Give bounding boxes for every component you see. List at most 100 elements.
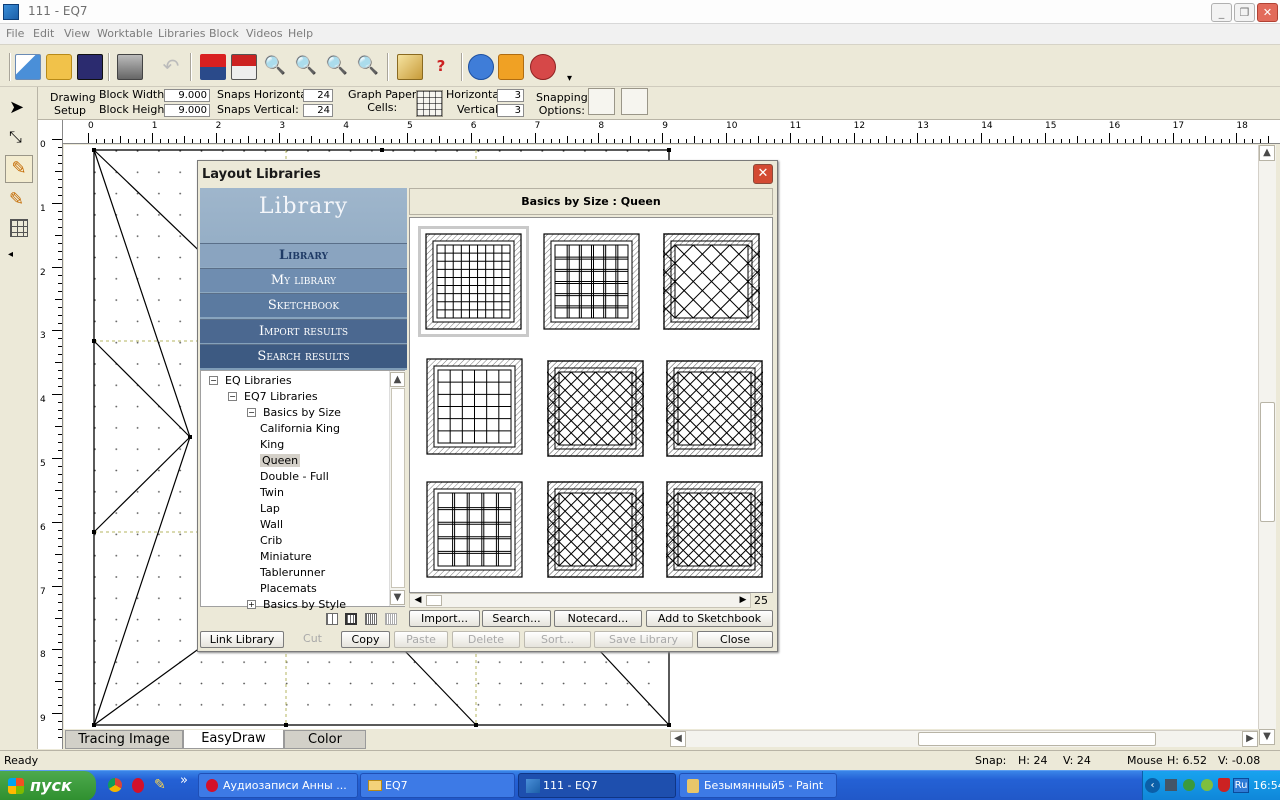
dialog-close-icon[interactable]: ✕ (753, 164, 773, 184)
tree-node[interactable]: − Basics by Size (247, 406, 341, 419)
camera-icon[interactable] (468, 54, 494, 80)
horizontal-scrollbar[interactable]: ◀ ▶ (670, 730, 1258, 747)
nav-library[interactable]: Library (200, 243, 407, 267)
block-info-icon[interactable] (728, 90, 755, 117)
worktable-block-icon[interactable] (231, 54, 257, 80)
tree-node[interactable]: Crib (260, 534, 288, 547)
vertical-scroll-thumb[interactable] (1260, 402, 1275, 522)
tree-scrollbar[interactable]: ▲ ▼ (389, 371, 405, 606)
close-button[interactable]: ✕ (1257, 3, 1278, 22)
tool-strip-arrow-icon[interactable]: ◂ (8, 249, 13, 260)
toolbar-overflow-icon[interactable]: ▾ (567, 73, 572, 84)
view-4x4-icon[interactable] (365, 613, 377, 625)
worktable-quilt-icon[interactable] (200, 54, 226, 80)
start-button[interactable]: пуск (0, 771, 96, 800)
block-width-field[interactable]: 9.000 (164, 89, 210, 102)
layout-thumbnail[interactable] (485, 481, 706, 578)
gallery-scroll-thumb[interactable] (426, 595, 442, 606)
zoom-actual-icon[interactable]: 🔍 (355, 54, 381, 80)
language-indicator[interactable]: Ru (1233, 778, 1249, 793)
paste-button[interactable]: Paste (394, 631, 448, 648)
horizontal-scroll-thumb[interactable] (918, 732, 1156, 746)
scroll-left-button[interactable]: ◀ (670, 731, 686, 747)
search-button[interactable]: Search... (482, 610, 551, 627)
add-to-project-icon[interactable] (498, 54, 524, 80)
close-dialog-button[interactable]: Close (697, 631, 773, 648)
delete-button[interactable]: Delete (452, 631, 520, 648)
tree-node[interactable]: + Basics by Style (247, 598, 346, 611)
shape-tool-icon[interactable]: ⤡ (9, 127, 22, 147)
layout-gallery[interactable] (409, 217, 825, 593)
quicklaunch-icon[interactable]: ✎ (154, 777, 166, 793)
shield-icon[interactable] (1218, 778, 1230, 792)
gallery-scroll-left[interactable]: ◀ (411, 594, 425, 607)
snap-curve-icon[interactable] (656, 88, 683, 115)
quicklaunch-more-icon[interactable]: » (180, 773, 188, 788)
minimize-button[interactable]: _ (1211, 3, 1232, 22)
menu-edit[interactable]: Edit (33, 27, 54, 40)
tree-node[interactable]: Lap (260, 502, 286, 515)
tree-node[interactable]: Wall (260, 518, 289, 531)
taskbar-item-browser[interactable]: Аудиозаписи Анны ... (198, 773, 358, 798)
layout-thumbnail[interactable] (426, 358, 523, 455)
app-icon[interactable] (3, 4, 19, 20)
scroll-up-button[interactable]: ▲ (1259, 145, 1275, 161)
copy-button[interactable]: Copy (341, 631, 390, 648)
tree-node[interactable]: − EQ7 Libraries (228, 390, 318, 403)
nav-my-library[interactable]: My library (200, 268, 407, 292)
library-tree[interactable]: − EQ Libraries − EQ7 Libraries − Basics by Si… (200, 370, 405, 611)
line-tool-icon[interactable]: ✎ (5, 155, 33, 183)
tree-scroll-down[interactable]: ▼ (390, 590, 405, 605)
taskbar-item-folder[interactable]: EQ7 (360, 773, 515, 798)
snaps-vertical-field[interactable]: 24 (303, 104, 333, 117)
horizontal-cells-field[interactable]: 3 (497, 89, 524, 102)
tree-scroll-up[interactable]: ▲ (390, 372, 405, 387)
arc-tool-icon[interactable]: ✎ (9, 189, 24, 210)
layout-thumbnail[interactable] (426, 481, 523, 578)
menu-block[interactable]: Block (209, 27, 239, 40)
block-height-field[interactable]: 9.000 (164, 104, 210, 117)
view-2x2-icon[interactable] (326, 613, 338, 625)
nav-sketchbook[interactable]: Sketchbook (200, 293, 407, 317)
menu-libraries[interactable]: Libraries (158, 27, 206, 40)
tray-app-icon[interactable] (1201, 779, 1213, 791)
scroll-down-button[interactable]: ▼ (1259, 729, 1275, 745)
preferences-icon[interactable] (692, 90, 719, 117)
menu-videos[interactable]: Videos (246, 27, 283, 40)
print-icon[interactable] (117, 54, 143, 80)
tab-color[interactable]: Color (284, 730, 366, 749)
tree-node[interactable]: California King (260, 422, 346, 435)
grid-tool-icon[interactable] (10, 219, 28, 237)
vertical-cells-field[interactable]: 3 (497, 104, 524, 117)
link-library-button[interactable]: Link Library (200, 631, 284, 648)
opera-icon[interactable] (132, 778, 144, 793)
tab-tracing-image[interactable]: Tracing Image (65, 730, 183, 749)
scroll-right-button[interactable]: ▶ (1242, 731, 1258, 747)
tree-scroll-thumb[interactable] (391, 388, 405, 588)
gallery-scrollbar[interactable]: ◀ ▶ (409, 593, 751, 608)
save-library-button[interactable]: Save Library (594, 631, 693, 648)
open-folder-icon[interactable] (46, 54, 72, 80)
gallery-scroll-right[interactable]: ▶ (736, 594, 750, 607)
expand-icon[interactable]: + (247, 600, 256, 609)
sort-button[interactable]: Sort... (524, 631, 591, 648)
snap-node-icon[interactable] (621, 88, 648, 115)
pick-tool-icon[interactable]: ➤ (9, 97, 24, 118)
add-to-sketchbook-button[interactable]: Add to Sketchbook (646, 610, 773, 627)
tray-expand-icon[interactable]: ‹ (1145, 778, 1160, 793)
view-5x5-icon[interactable] (385, 613, 397, 625)
project-sketchbook-icon[interactable] (530, 54, 556, 80)
layout-thumbnail[interactable] (601, 233, 822, 330)
maximize-button[interactable]: ❐ (1234, 3, 1255, 22)
tree-node[interactable]: Tablerunner (260, 566, 331, 579)
snaps-horizontal-field[interactable]: 24 (303, 89, 333, 102)
zoom-out-icon[interactable]: 🔍 (293, 54, 319, 80)
menu-view[interactable]: View (64, 27, 90, 40)
collapse-icon[interactable]: − (209, 376, 218, 385)
graph-paper-icon[interactable] (416, 90, 443, 117)
layout-thumbnail[interactable] (418, 226, 529, 337)
taskbar-item-eq7[interactable]: 111 - EQ7 (518, 773, 676, 798)
cut-button[interactable]: Cut (287, 631, 338, 648)
zoom-in-icon[interactable]: 🔍 (262, 54, 288, 80)
tree-node[interactable]: King (260, 438, 290, 451)
